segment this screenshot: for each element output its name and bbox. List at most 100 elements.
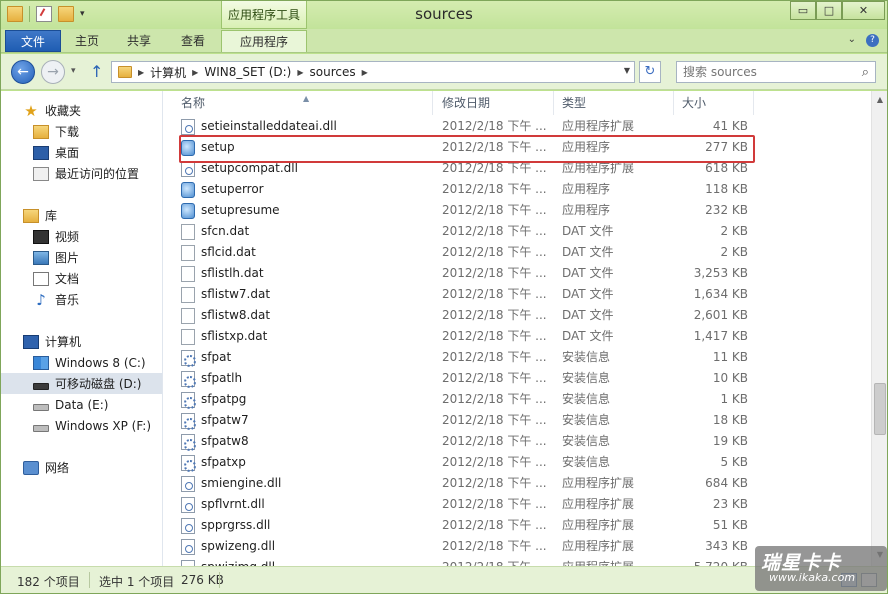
file-date-cell: 2012/2/18 下午 ...: [442, 539, 547, 553]
address-history-chevron-icon[interactable]: ▼: [624, 66, 630, 75]
scroll-up-arrow-icon[interactable]: ▲: [874, 95, 886, 107]
scroll-thumb[interactable]: [874, 383, 886, 435]
file-type-cell: 应用程序扩展: [562, 497, 635, 511]
dat-file-icon: [181, 286, 195, 303]
breadcrumb-sources[interactable]: sources: [310, 65, 356, 79]
file-row[interactable]: sfpatw7 2012/2/18 下午 ... 安装信息 18 KB: [173, 410, 751, 431]
nav-videos[interactable]: 视频: [1, 226, 162, 247]
nav-pictures[interactable]: 图片: [1, 247, 162, 268]
file-row[interactable]: sflistlh.dat 2012/2/18 下午 ... DAT 文件 3,253 …: [173, 263, 751, 284]
nav-libraries[interactable]: 库: [1, 205, 162, 226]
file-name: sfpat: [201, 350, 232, 364]
column-headers: 名称 ▲ 修改日期 类型 大小: [173, 91, 873, 115]
tab-file[interactable]: 文件: [5, 30, 61, 52]
maximize-button[interactable]: □: [816, 1, 842, 20]
file-row[interactable]: sflistw7.dat 2012/2/18 下午 ... DAT 文件 1,634 …: [173, 284, 751, 305]
up-arrow-icon[interactable]: ↑: [90, 62, 103, 81]
address-bar[interactable]: ▶ 计算机 ▶ WIN8_SET (D:) ▶ sources ▶ ▼: [111, 61, 635, 83]
vertical-scrollbar[interactable]: ▲ ▼: [871, 91, 887, 566]
nav-network[interactable]: 网络: [1, 457, 162, 478]
file-row[interactable]: spwizeng.dll 2012/2/18 下午 ... 应用程序扩展 343 KB: [173, 536, 751, 557]
tab-share[interactable]: 共享: [117, 30, 161, 52]
nav-documents[interactable]: 文档: [1, 268, 162, 289]
file-row[interactable]: sflistxp.dat 2012/2/18 下午 ... DAT 文件 1,417 …: [173, 326, 751, 347]
nav-favorites[interactable]: ★ 收藏夹: [1, 100, 162, 121]
breadcrumb-computer[interactable]: 计算机: [150, 64, 186, 81]
selection-count: 选中 1 个项目: [99, 575, 175, 589]
breadcrumb-separator-icon[interactable]: ▶: [362, 68, 368, 77]
nav-recent-places[interactable]: 最近访问的位置: [1, 163, 162, 184]
file-date-cell: 2012/2/18 下午 ...: [442, 308, 547, 322]
nav-downloads[interactable]: 下载: [1, 121, 162, 142]
file-row[interactable]: sfcn.dat 2012/2/18 下午 ... DAT 文件 2 KB: [173, 221, 751, 242]
column-header-date[interactable]: 修改日期: [434, 91, 554, 115]
file-row[interactable]: spprgrss.dll 2012/2/18 下午 ... 应用程序扩展 51 KB: [173, 515, 751, 536]
breadcrumb-separator-icon[interactable]: ▶: [138, 68, 144, 77]
file-row[interactable]: sfpatw8 2012/2/18 下午 ... 安装信息 19 KB: [173, 431, 751, 452]
breadcrumb-separator-icon[interactable]: ▶: [297, 68, 303, 77]
tab-view[interactable]: 查看: [171, 30, 215, 52]
dll-file-icon: [181, 475, 195, 492]
search-box[interactable]: ⌕: [676, 61, 876, 83]
expand-ribbon-chevron-icon[interactable]: ⌄: [848, 34, 856, 47]
back-button[interactable]: ←: [11, 60, 35, 84]
recent-locations-chevron-icon[interactable]: ▾: [71, 66, 76, 76]
nav-drive-f[interactable]: Windows XP (F:): [1, 415, 162, 436]
video-icon: [33, 229, 49, 244]
minimize-button[interactable]: ▭: [790, 1, 816, 20]
file-type-cell: DAT 文件: [562, 245, 614, 259]
close-button[interactable]: ✕: [842, 1, 885, 20]
file-row[interactable]: spflvrnt.dll 2012/2/18 下午 ... 应用程序扩展 23 KB: [173, 494, 751, 515]
ribbon-tabs: 文件 主页 共享 查看 应用程序 ⌄ ?: [1, 29, 887, 53]
file-row[interactable]: setupresume 2012/2/18 下午 ... 应用程序 232 KB: [173, 200, 751, 221]
help-icon[interactable]: ?: [866, 34, 879, 47]
nav-label: 图片: [55, 251, 80, 265]
file-row[interactable]: smiengine.dll 2012/2/18 下午 ... 应用程序扩展 684 K…: [173, 473, 751, 494]
file-type-cell: DAT 文件: [562, 308, 614, 322]
nav-drive-c[interactable]: Windows 8 (C:): [1, 352, 162, 373]
file-name-cell: setieinstalleddateai.dll: [181, 116, 433, 137]
column-header-size[interactable]: 大小: [674, 91, 754, 115]
file-size-cell: 2 KB: [720, 245, 748, 259]
file-name-cell: sfcn.dat: [181, 221, 433, 242]
nav-drive-e[interactable]: Data (E:): [1, 394, 162, 415]
file-name: sfcn.dat: [201, 224, 250, 238]
search-input[interactable]: [683, 65, 853, 79]
nav-drive-d[interactable]: 可移动磁盘 (D:): [1, 373, 162, 394]
nav-label: 库: [45, 209, 58, 223]
file-row[interactable]: sfpat 2012/2/18 下午 ... 安装信息 11 KB: [173, 347, 751, 368]
file-name-cell: sfpatlh: [181, 368, 433, 389]
search-icon[interactable]: ⌕: [862, 65, 869, 80]
breadcrumb-drive[interactable]: WIN8_SET (D:): [204, 65, 291, 79]
column-header-type[interactable]: 类型: [554, 91, 674, 115]
nav-label: Data (E:): [55, 397, 109, 412]
pictures-icon: [33, 250, 49, 265]
column-header-name[interactable]: 名称 ▲: [173, 91, 433, 115]
downloads-folder-icon: [33, 124, 49, 139]
tab-home[interactable]: 主页: [65, 30, 109, 52]
file-row[interactable]: sfpatpg 2012/2/18 下午 ... 安装信息 1 KB: [173, 389, 751, 410]
music-note-icon: ♪: [36, 290, 46, 309]
file-type-cell: 应用程序扩展: [562, 518, 635, 532]
file-row[interactable]: setuperror 2012/2/18 下午 ... 应用程序 118 KB: [173, 179, 751, 200]
file-name: sfpatw8: [201, 434, 249, 448]
file-name: sflistxp.dat: [201, 329, 268, 343]
refresh-button[interactable]: ↻: [639, 61, 661, 83]
breadcrumb-separator-icon[interactable]: ▶: [192, 68, 198, 77]
file-row[interactable]: sflcid.dat 2012/2/18 下午 ... DAT 文件 2 KB: [173, 242, 751, 263]
file-size-cell: 19 KB: [712, 434, 748, 448]
nav-music[interactable]: ♪ 音乐: [1, 289, 162, 310]
tab-application[interactable]: 应用程序: [221, 30, 307, 52]
file-row[interactable]: sflistw8.dat 2012/2/18 下午 ... DAT 文件 2,601 …: [173, 305, 751, 326]
file-row[interactable]: setieinstalleddateai.dll 2012/2/18 下午 ...…: [173, 116, 751, 137]
file-row[interactable]: sfpatlh 2012/2/18 下午 ... 安装信息 10 KB: [173, 368, 751, 389]
file-row[interactable]: sfpatxp 2012/2/18 下午 ... 安装信息 5 KB: [173, 452, 751, 473]
nav-computer[interactable]: 计算机: [1, 331, 162, 352]
file-date-cell: 2012/2/18 下午 ...: [442, 392, 547, 406]
file-date-cell: 2012/2/18 下午 ...: [442, 245, 547, 259]
file-name: sflistlh.dat: [201, 266, 264, 280]
nav-desktop[interactable]: 桌面: [1, 142, 162, 163]
file-date-cell: 2012/2/18 下午 ...: [442, 350, 547, 364]
file-type-cell: 安装信息: [562, 350, 611, 364]
forward-button[interactable]: →: [41, 60, 65, 84]
